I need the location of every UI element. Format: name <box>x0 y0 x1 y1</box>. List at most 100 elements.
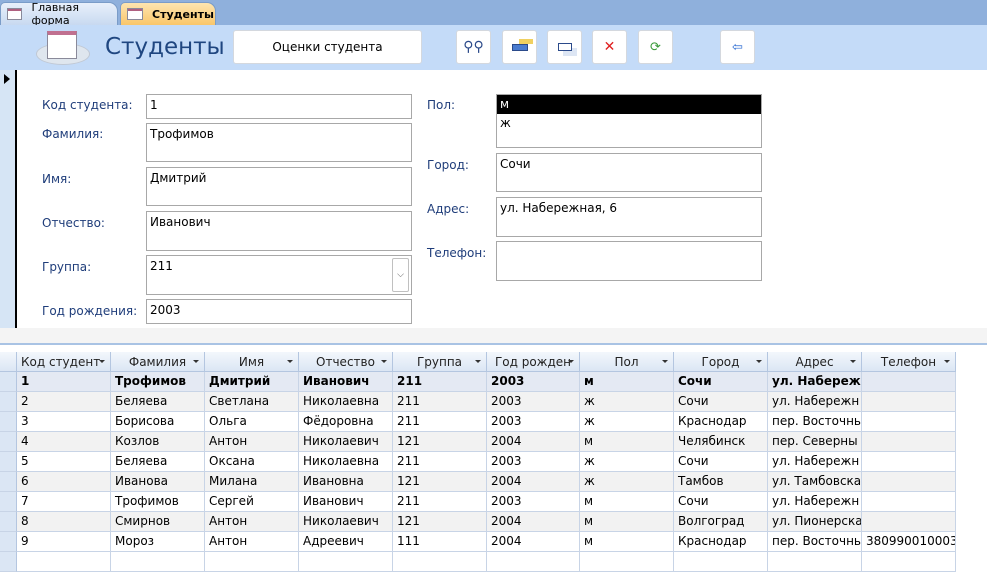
row-selector[interactable] <box>0 412 17 432</box>
row-selector[interactable] <box>0 372 17 392</box>
table-cell[interactable]: Ивановна <box>299 472 393 492</box>
table-cell[interactable]: 5 <box>17 452 111 472</box>
table-cell[interactable] <box>862 392 956 412</box>
table-cell[interactable]: 2003 <box>487 392 580 412</box>
dropdown-arrow-icon[interactable] <box>99 360 105 363</box>
table-row[interactable]: 9 Мороз Антон Адреевич 111 2004 м Краснодар пер.… <box>0 532 956 552</box>
student-id-field[interactable]: 1 <box>146 94 412 119</box>
table-cell[interactable]: 121 <box>393 512 487 532</box>
split-divider[interactable] <box>0 328 987 345</box>
table-cell[interactable]: 2004 <box>487 472 580 492</box>
table-cell[interactable]: 2003 <box>487 452 580 472</box>
table-cell[interactable]: 211 <box>393 452 487 472</box>
table-cell[interactable]: Николаевич <box>299 432 393 452</box>
table-row[interactable]: 1 Трофимов Дмитрий Иванович 211 2003 м Сочи ул. … <box>0 372 956 392</box>
table-cell[interactable]: 3 <box>17 412 111 432</box>
table-row[interactable]: 2 Беляева Светлана Николаевна 211 2003 ж Сочи ул… <box>0 392 956 412</box>
phone-field[interactable] <box>496 241 762 281</box>
table-cell[interactable]: 2004 <box>487 432 580 452</box>
group-combobox[interactable]: 211 ⌵ <box>146 255 412 295</box>
table-cell[interactable]: 2003 <box>487 492 580 512</box>
table-cell[interactable]: Николаевна <box>299 452 393 472</box>
table-cell[interactable]: Николаевич <box>299 512 393 532</box>
table-cell[interactable]: Ольга <box>205 412 299 432</box>
table-cell[interactable]: Трофимов <box>111 492 205 512</box>
dropdown-arrow-icon[interactable] <box>662 360 668 363</box>
dropdown-arrow-icon[interactable] <box>756 360 762 363</box>
table-cell[interactable]: Иванова <box>111 472 205 492</box>
table-cell[interactable]: 4 <box>17 432 111 452</box>
tab-students[interactable]: Студенты <box>120 2 216 25</box>
table-cell[interactable]: м <box>580 372 674 392</box>
table-cell[interactable] <box>487 552 580 572</box>
table-cell[interactable]: ул. Набережн <box>768 372 862 392</box>
table-cell[interactable]: 211 <box>393 372 487 392</box>
column-header[interactable]: Отчество <box>299 352 393 372</box>
column-header[interactable]: Фамилия <box>111 352 205 372</box>
table-row[interactable]: 6 Иванова Милана Ивановна 121 2004 ж Тамбов ул. … <box>0 472 956 492</box>
column-header[interactable]: Пол <box>580 352 674 372</box>
column-header[interactable]: Город <box>674 352 768 372</box>
table-cell[interactable]: пер. Северны <box>768 432 862 452</box>
table-cell[interactable]: Сочи <box>674 492 768 512</box>
table-cell[interactable] <box>111 552 205 572</box>
row-selector[interactable] <box>0 472 17 492</box>
table-cell[interactable]: Иванович <box>299 492 393 512</box>
row-selector[interactable] <box>0 432 17 452</box>
student-grades-button[interactable]: Оценки студента <box>233 30 422 64</box>
birth-year-field[interactable]: 2003 <box>146 299 412 324</box>
table-row[interactable]: 5 Беляева Оксана Николаевна 211 2003 ж Сочи ул. … <box>0 452 956 472</box>
table-cell[interactable]: 2004 <box>487 532 580 552</box>
table-cell[interactable]: 211 <box>393 392 487 412</box>
table-row[interactable]: 4 Козлов Антон Николаевич 121 2004 м Челябинск п… <box>0 432 956 452</box>
column-header[interactable]: Группа <box>393 352 487 372</box>
table-cell[interactable]: м <box>580 432 674 452</box>
table-cell[interactable]: Волгоград <box>674 512 768 532</box>
refresh-button[interactable]: ⟳ <box>638 30 673 64</box>
table-cell[interactable]: Смирнов <box>111 512 205 532</box>
table-cell[interactable]: Беляева <box>111 452 205 472</box>
table-cell[interactable] <box>580 552 674 572</box>
dropdown-arrow-icon[interactable] <box>287 360 293 363</box>
table-cell[interactable]: Адреевич <box>299 532 393 552</box>
table-cell[interactable] <box>768 552 862 572</box>
table-cell[interactable]: Сергей <box>205 492 299 512</box>
table-cell[interactable]: Антон <box>205 532 299 552</box>
duplicate-record-button[interactable] <box>547 30 582 64</box>
table-cell[interactable]: Антон <box>205 512 299 532</box>
table-cell[interactable] <box>674 552 768 572</box>
table-cell[interactable]: Борисова <box>111 412 205 432</box>
table-cell[interactable]: ул. Набережн <box>768 492 862 512</box>
table-cell[interactable]: ул. Набережн <box>768 392 862 412</box>
table-cell[interactable]: 211 <box>393 412 487 432</box>
table-cell[interactable]: Иванович <box>299 372 393 392</box>
table-cell[interactable]: м <box>580 492 674 512</box>
city-field[interactable]: Сочи <box>496 153 762 192</box>
table-cell[interactable]: Краснодар <box>674 532 768 552</box>
dropdown-arrow-icon[interactable] <box>381 360 387 363</box>
table-cell[interactable]: Сочи <box>674 452 768 472</box>
row-selector[interactable] <box>0 392 17 412</box>
dropdown-arrow-icon[interactable] <box>475 360 481 363</box>
table-cell[interactable]: пер. Восточнь <box>768 412 862 432</box>
table-cell[interactable]: ж <box>580 392 674 412</box>
table-cell[interactable]: 2003 <box>487 412 580 432</box>
row-selector[interactable] <box>0 452 17 472</box>
column-header[interactable]: Адрес <box>768 352 862 372</box>
row-selector[interactable] <box>0 532 17 552</box>
table-cell[interactable]: Беляева <box>111 392 205 412</box>
table-cell[interactable]: Антон <box>205 432 299 452</box>
table-cell[interactable]: Челябинск <box>674 432 768 452</box>
table-cell[interactable] <box>862 472 956 492</box>
table-cell[interactable]: 7 <box>17 492 111 512</box>
table-cell[interactable]: ж <box>580 472 674 492</box>
record-selector[interactable] <box>0 70 17 328</box>
select-all-corner[interactable] <box>0 352 17 372</box>
table-cell[interactable]: Козлов <box>111 432 205 452</box>
table-cell[interactable]: 9 <box>17 532 111 552</box>
table-cell[interactable]: 380990010003 <box>862 532 956 552</box>
table-cell[interactable] <box>299 552 393 572</box>
table-cell[interactable]: Краснодар <box>674 412 768 432</box>
table-cell[interactable]: 121 <box>393 472 487 492</box>
column-header[interactable]: Год рожден <box>487 352 580 372</box>
